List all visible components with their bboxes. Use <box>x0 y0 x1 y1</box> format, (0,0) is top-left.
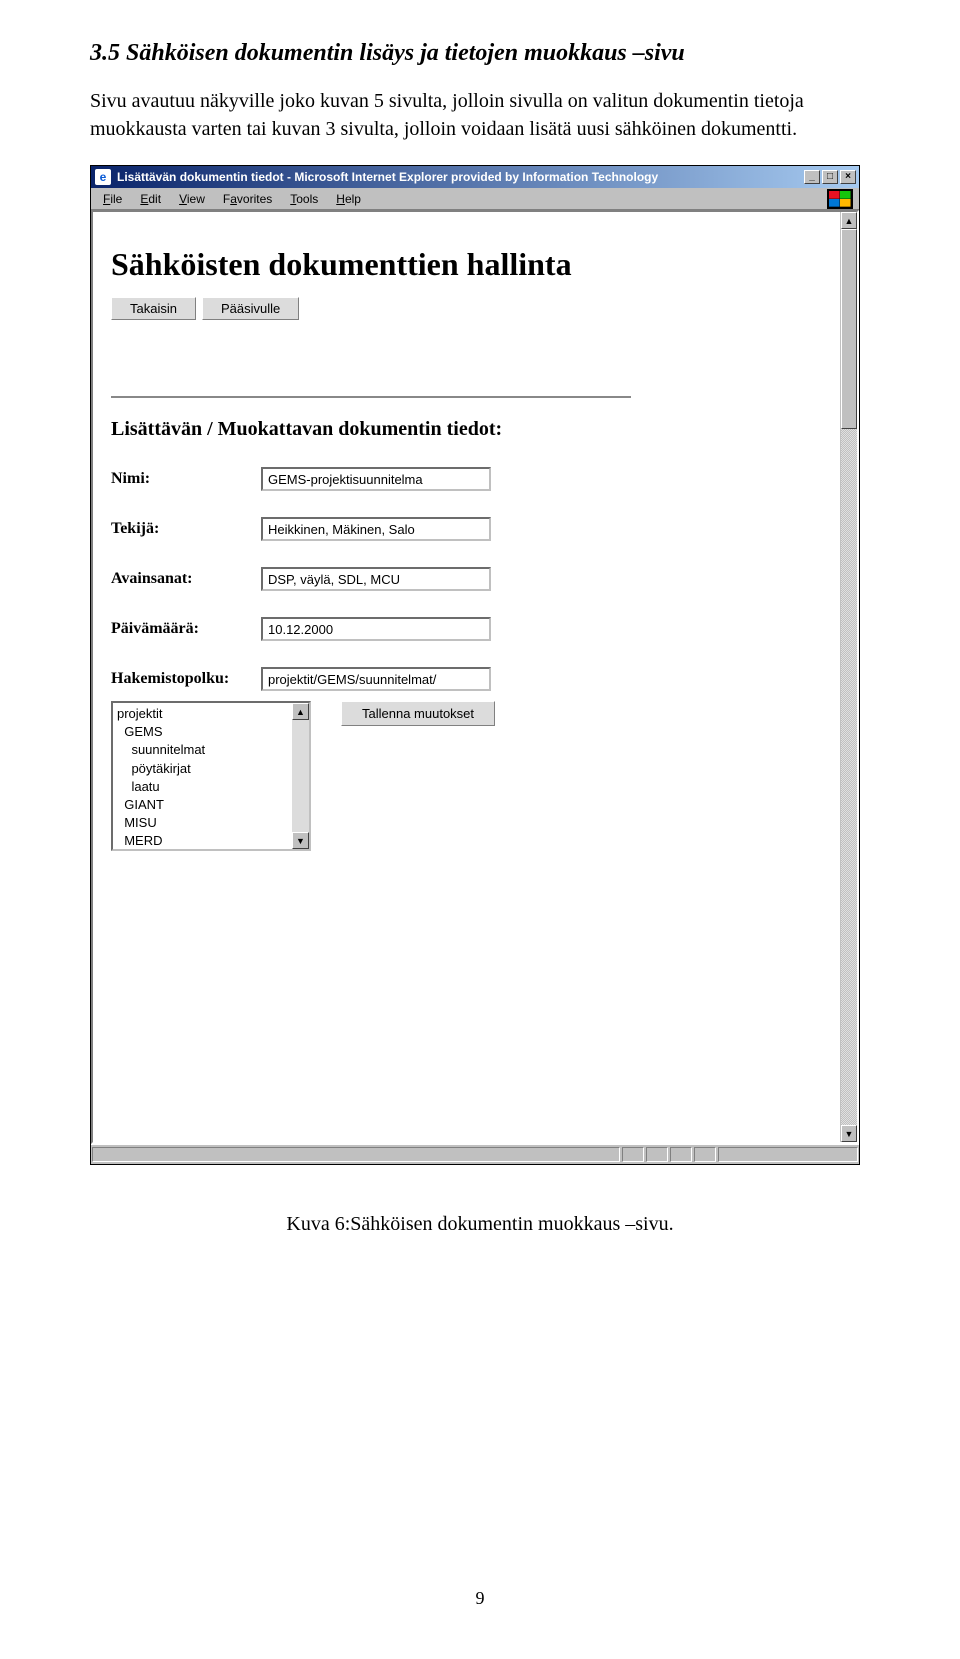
form-subheading: Lisättävän / Muokattavan dokumentin tied… <box>111 418 822 441</box>
label-nimi: Nimi: <box>111 470 261 488</box>
input-avainsanat[interactable] <box>261 567 491 591</box>
menu-favorites[interactable]: Favorites <box>215 190 280 208</box>
menu-edit[interactable]: Edit <box>132 190 169 208</box>
scroll-track[interactable] <box>292 720 309 832</box>
scroll-up-icon[interactable]: ▲ <box>841 212 857 229</box>
page-heading: Sähköisten dokumenttien hallinta <box>111 246 822 283</box>
label-paivamaara: Päivämäärä: <box>111 620 261 638</box>
scroll-down-icon[interactable]: ▼ <box>292 832 309 849</box>
input-tekija[interactable] <box>261 517 491 541</box>
minimize-button[interactable]: _ <box>804 170 820 184</box>
row-nimi: Nimi: <box>111 467 822 491</box>
maximize-button[interactable]: □ <box>822 170 838 184</box>
status-cell-main <box>92 1147 620 1162</box>
menu-tools[interactable]: Tools <box>282 190 326 208</box>
scroll-thumb[interactable] <box>841 229 857 429</box>
title-bar: e Lisättävän dokumentin tiedot - Microso… <box>91 166 859 188</box>
page-number: 9 <box>476 1588 485 1609</box>
divider <box>111 396 631 398</box>
content-frame: Sähköisten dokumenttien hallinta Takaisi… <box>91 210 859 1144</box>
row-paivamaara: Päivämäärä: <box>111 617 822 641</box>
menu-view[interactable]: View <box>171 190 213 208</box>
input-nimi[interactable] <box>261 467 491 491</box>
browser-window: e Lisättävän dokumentin tiedot - Microso… <box>90 165 860 1165</box>
save-button[interactable]: Tallenna muutokset <box>341 701 495 726</box>
status-cell-2 <box>646 1147 668 1162</box>
listbox-scrollbar[interactable]: ▲ ▼ <box>292 703 309 849</box>
status-cell-1 <box>622 1147 644 1162</box>
label-hakemistopolku: Hakemistopolku: <box>111 670 261 688</box>
row-avainsanat: Avainsanat: <box>111 567 822 591</box>
status-cell-3 <box>670 1147 692 1162</box>
ie-icon: e <box>95 169 111 185</box>
directory-listbox[interactable]: projektit GEMS suunnitelmat pöytäkirjat … <box>111 701 311 851</box>
input-paivamaara[interactable] <box>261 617 491 641</box>
input-hakemistopolku[interactable] <box>261 667 491 691</box>
label-tekija: Tekijä: <box>111 520 261 538</box>
menu-bar: File Edit View Favorites Tools Help <box>91 188 859 210</box>
row-hakemistopolku: Hakemistopolku: <box>111 667 822 691</box>
close-button[interactable]: × <box>840 170 856 184</box>
intro-paragraph: Sivu avautuu näkyville joko kuvan 5 sivu… <box>90 87 870 143</box>
page-scrollbar[interactable]: ▲ ▼ <box>840 212 857 1142</box>
listbox-content: projektit GEMS suunnitelmat pöytäkirjat … <box>113 703 292 849</box>
content-area: Sähköisten dokumenttien hallinta Takaisi… <box>93 212 840 1142</box>
figure-caption: Kuva 6:Sähköisen dokumentin muokkaus –si… <box>90 1213 870 1236</box>
status-bar <box>91 1144 859 1164</box>
scroll-up-icon[interactable]: ▲ <box>292 703 309 720</box>
scroll-down-icon[interactable]: ▼ <box>841 1125 857 1142</box>
window-title: Lisättävän dokumentin tiedot - Microsoft… <box>117 170 658 184</box>
row-tekija: Tekijä: <box>111 517 822 541</box>
windows-flag-icon <box>827 189 853 209</box>
home-button[interactable]: Pääsivulle <box>202 297 299 320</box>
menu-file[interactable]: File <box>95 190 130 208</box>
scroll-track[interactable] <box>841 229 857 1125</box>
section-heading: 3.5 Sähköisen dokumentin lisäys ja tieto… <box>90 40 870 67</box>
menu-help[interactable]: Help <box>328 190 369 208</box>
status-cell-zone <box>718 1147 858 1162</box>
back-button[interactable]: Takaisin <box>111 297 196 320</box>
status-cell-4 <box>694 1147 716 1162</box>
label-avainsanat: Avainsanat: <box>111 570 261 588</box>
